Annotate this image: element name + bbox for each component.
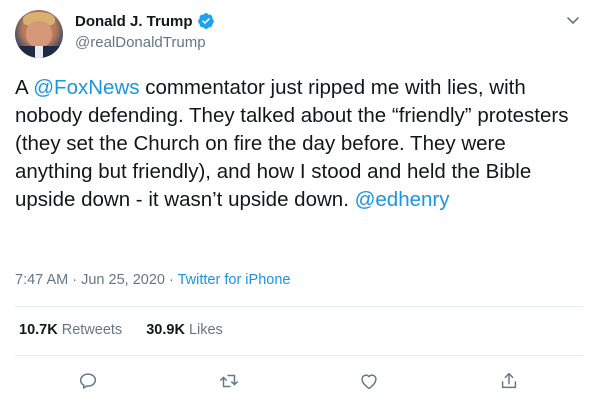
tweet-date[interactable]: Jun 25, 2020 [81,272,165,288]
mention-link[interactable]: @edhenry [355,188,450,211]
author-name[interactable]: Donald J. Trump [75,13,193,30]
verified-badge-icon [197,12,215,30]
tweet-metadata: 7:47 AM · Jun 25, 2020 · Twitter for iPh… [15,272,290,288]
heart-icon[interactable] [358,370,380,392]
avatar[interactable] [15,10,63,58]
avatar-face [26,21,52,47]
divider [15,306,583,307]
share-icon[interactable] [498,370,520,392]
chevron-down-icon[interactable] [565,12,581,28]
author-handle[interactable]: @realDonaldTrump [75,34,206,51]
engagement-stats: 10.7K Retweets 30.9K Likes [19,322,243,338]
likes-label: Likes [188,322,223,338]
tweet-text-segment: A [15,76,34,99]
author-name-row: Donald J. Trump [75,11,215,31]
tweet-card: Donald J. Trump @realDonaldTrump A @FoxN… [0,0,598,404]
meta-separator: · [169,272,174,288]
action-bar [0,370,598,392]
tweet-source-link[interactable]: Twitter for iPhone [178,272,291,288]
avatar-shirt [35,46,43,58]
tweet-time[interactable]: 7:47 AM [15,272,68,288]
tweet-text: A @FoxNews commentator just ripped me wi… [15,74,580,214]
retweets-stat[interactable]: 10.7K Retweets [19,322,122,338]
retweets-count: 10.7K [19,322,58,338]
retweets-label: Retweets [61,322,123,338]
mention-link[interactable]: @FoxNews [33,76,139,99]
likes-stat[interactable]: 30.9K Likes [146,322,223,338]
divider [15,355,583,356]
reply-icon[interactable] [77,370,99,392]
likes-count: 30.9K [146,322,185,338]
meta-separator: · [72,272,78,288]
retweet-icon[interactable] [218,370,240,392]
